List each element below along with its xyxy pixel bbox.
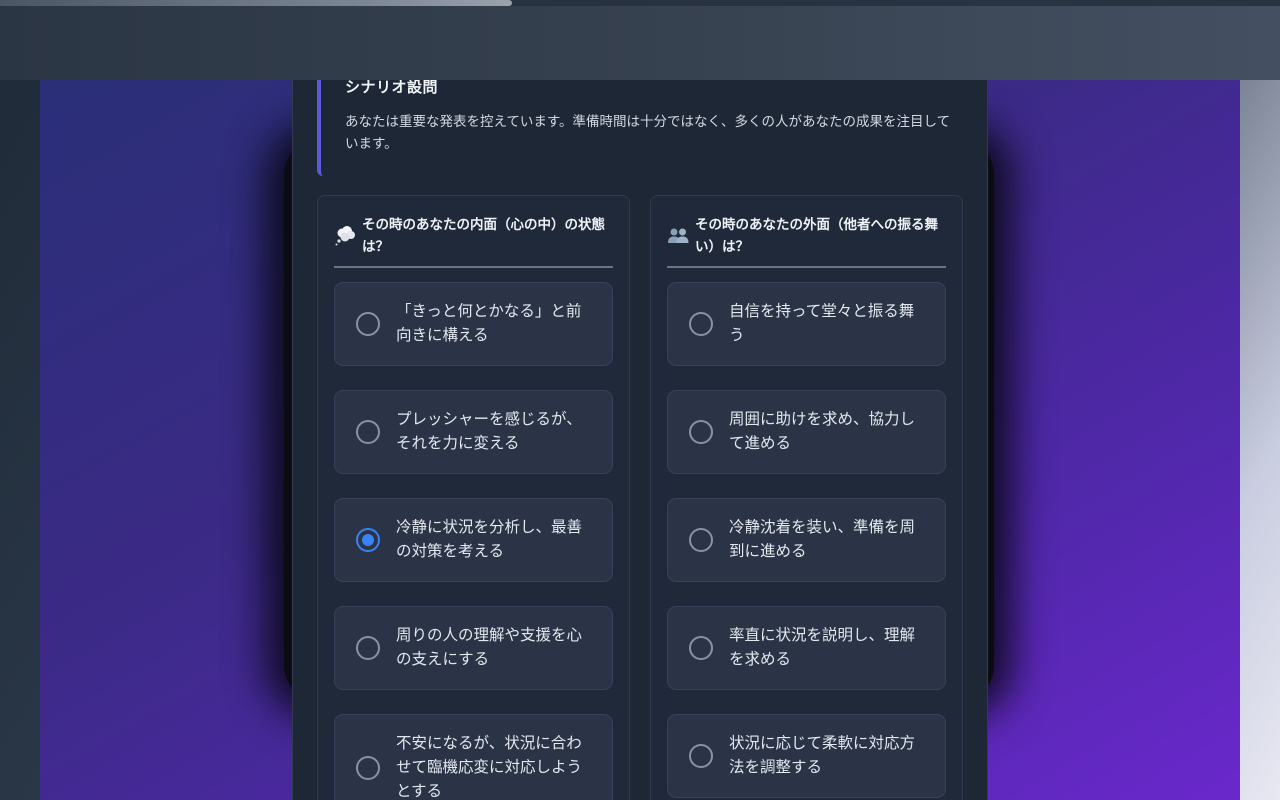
outer-column-header: その時のあなたの外面（他者への振る舞い）は？ <box>667 212 946 268</box>
option-label: 不安になるが、状況に合わせて臨機応変に対応しようとする <box>396 734 583 800</box>
inner-column-title: その時のあなたの内面（心の中）の状態は？ <box>362 217 605 255</box>
option-label: 自信を持って堂々と振る舞う <box>729 302 915 344</box>
inner-option-3[interactable]: 冷静に状況を分析し、最善の対策を考える <box>334 498 613 582</box>
top-bar <box>0 6 1280 80</box>
radio-button-checked[interactable] <box>356 528 380 552</box>
option-label: 冷静沈着を装い、準備を周到に進める <box>729 518 916 560</box>
question-card: シナリオ設問 あなたは重要な発表を控えています。準備時間は十分ではなく、多くの人… <box>292 80 988 800</box>
inner-option-1[interactable]: 「きっと何とかなる」と前向きに構える <box>334 282 613 366</box>
inner-option-2[interactable]: プレッシャーを感じるが、それを力に変える <box>334 390 613 474</box>
radio-button[interactable] <box>689 420 713 444</box>
outer-option-1[interactable]: 自信を持って堂々と振る舞う <box>667 282 946 366</box>
radio-button[interactable] <box>356 312 380 336</box>
option-label: 率直に状況を説明し、理解を求める <box>729 626 916 668</box>
option-label: 「きっと何とかなる」と前向きに構える <box>396 302 582 344</box>
thought-bubble-icon <box>334 224 358 248</box>
option-label: 周りの人の理解や支援を心の支えにする <box>396 626 583 668</box>
scenario-text: あなたは重要な発表を控えています。準備時間は十分ではなく、多くの人があなたの成果… <box>345 114 951 152</box>
outer-option-2[interactable]: 周囲に助けを求め、協力して進める <box>667 390 946 474</box>
inner-option-4[interactable]: 周りの人の理解や支援を心の支えにする <box>334 606 613 690</box>
outer-behavior-column: その時のあなたの外面（他者への振る舞い）は？ 自信を持って堂々と振る舞う 周囲に… <box>650 195 963 800</box>
option-label: 冷静に状況を分析し、最善の対策を考える <box>396 518 583 560</box>
radio-button[interactable] <box>356 636 380 660</box>
scenario-box: シナリオ設問 あなたは重要な発表を控えています。準備時間は十分ではなく、多くの人… <box>317 80 967 176</box>
outer-option-3[interactable]: 冷静沈着を装い、準備を周到に進める <box>667 498 946 582</box>
outer-option-4[interactable]: 率直に状況を説明し、理解を求める <box>667 606 946 690</box>
option-label: 周囲に助けを求め、協力して進める <box>729 410 916 452</box>
radio-button[interactable] <box>689 744 713 768</box>
quiz-stage: シナリオ設問 あなたは重要な発表を控えています。準備時間は十分ではなく、多くの人… <box>40 80 1240 800</box>
radio-button[interactable] <box>356 756 380 780</box>
option-label: プレッシャーを感じるが、それを力に変える <box>396 410 582 452</box>
people-icon <box>667 224 691 248</box>
radio-button[interactable] <box>689 636 713 660</box>
radio-button[interactable] <box>356 420 380 444</box>
inner-column-header: その時のあなたの内面（心の中）の状態は？ <box>334 212 613 268</box>
radio-button[interactable] <box>689 528 713 552</box>
scenario-title: シナリオ設問 <box>345 80 439 96</box>
inner-state-column: その時のあなたの内面（心の中）の状態は？ 「きっと何とかなる」と前向きに構える … <box>317 195 630 800</box>
radio-button[interactable] <box>689 312 713 336</box>
inner-option-5[interactable]: 不安になるが、状況に合わせて臨機応変に対応しようとする <box>334 714 613 800</box>
outer-column-title: その時のあなたの外面（他者への振る舞い）は？ <box>695 217 938 255</box>
option-label: 状況に応じて柔軟に対応方法を調整する <box>729 734 916 776</box>
outer-option-5[interactable]: 状況に応じて柔軟に対応方法を調整する <box>667 714 946 798</box>
